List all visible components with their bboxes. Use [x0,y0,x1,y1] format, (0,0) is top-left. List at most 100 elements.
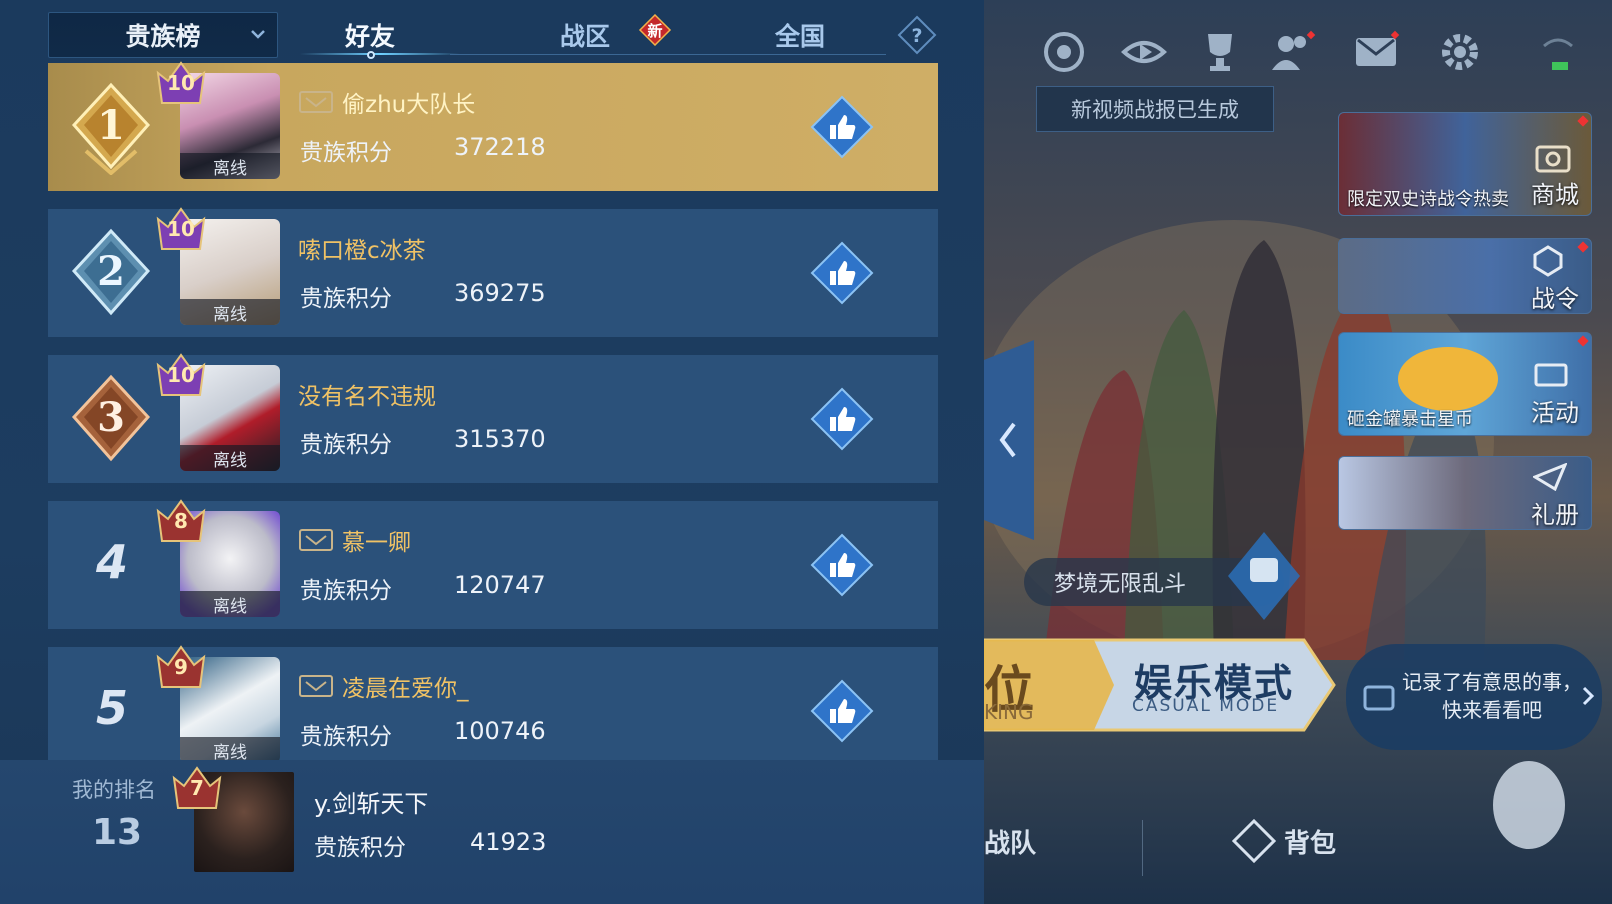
tab-nation[interactable]: 全国 [740,12,860,58]
leaderboard-row-2[interactable]: 2 离线 10 嗦口橙c冰茶 贵族积分 369275 [48,207,938,337]
backpack-icon [1232,819,1276,863]
leaderboard-row-4[interactable]: 4 离线 8 慕一卿 贵族积分 120747 [48,499,938,629]
video-report-notice[interactable]: 新视频战报已生成 [1036,86,1274,132]
my-player-name: y.剑斩天下 [314,790,429,818]
player-name-line: 偷zhu大队长 [298,85,475,119]
player-name: 没有名不违规 [298,384,436,410]
my-rank-label: 我的排名 [72,778,156,802]
gift-book-icon [1533,463,1567,491]
app-root: 贵族榜 好友 战区 新 全国 ? 1 离线 10 偷zhu大队长 贵族积分 37… [0,0,1612,904]
memory-bubble[interactable]: 记录了有意思的事，快来看看吧 [1346,644,1602,750]
like-button[interactable] [810,679,874,743]
signal-battery-icon [1543,38,1573,70]
settings-gear-icon[interactable] [1436,28,1484,76]
noble-level-badge: 7 [168,764,226,816]
like-button[interactable] [810,533,874,597]
rank-1-gold-badge: 1 [71,82,151,175]
like-button[interactable] [810,387,874,451]
rank-3-number: 3 [97,394,125,441]
side-card-gift-book[interactable]: 礼册 [1338,456,1592,530]
name-card-icon [299,91,333,113]
memory-bubble-text: 记录了有意思的事，快来看看吧 [1402,670,1582,722]
tab-nation-label: 全国 [774,22,825,51]
offline-status: 离线 [180,299,280,325]
leaderboard-type-dropdown[interactable]: 贵族榜 [48,12,278,58]
activity-gift-icon [1534,363,1568,387]
side-card-battle-pass[interactable]: 战令 [1338,238,1592,314]
player-name-line: 凌晨在爱你_ [298,669,469,703]
player-name-line: 嗦口橙c冰茶 [298,231,426,265]
score-value: 315370 [454,425,546,453]
noble-level-badge: 10 [152,351,210,403]
score-value: 100746 [454,717,546,745]
player-name-line: 慕一卿 [298,523,411,557]
video-record-icon [1363,685,1395,711]
noble-level-number: 9 [174,655,188,679]
collapse-panel-tab[interactable] [984,340,1034,540]
nav-backpack[interactable]: 背包 [1232,816,1336,866]
mail-icon[interactable] [1352,28,1400,76]
score-value: 372218 [454,133,546,161]
svg-text:?: ? [911,25,922,47]
leaderboard-row-1[interactable]: 1 离线 10 偷zhu大队长 贵族积分 372218 [48,61,938,191]
my-score-value: 41923 [470,828,547,856]
red-dot-badge [1577,335,1589,347]
new-badge: 新 [638,14,672,46]
noble-level-badge: 10 [152,205,210,257]
name-card-icon [299,529,333,551]
like-button[interactable] [810,241,874,305]
red-dot-badge [1577,241,1589,253]
leaderboard-panel: 贵族榜 好友 战区 新 全国 ? 1 离线 10 偷zhu大队长 贵族积分 37… [0,0,984,904]
like-button[interactable] [810,95,874,159]
activity-label: 活动 [1531,399,1579,427]
name-card-icon [299,675,333,697]
new-badge-text: 新 [647,22,662,40]
score-label: 贵族积分 [300,578,392,604]
friends-icon[interactable] [1268,28,1316,76]
player-name: 凌晨在爱你_ [342,676,469,702]
tab-friends-label: 好友 [344,22,395,51]
rank-3-bronze-badge: 3 [71,374,151,462]
side-card-shop[interactable]: 商城 限定双史诗战令热卖 [1338,112,1592,216]
score-label: 贵族积分 [300,140,392,166]
noble-level-number: 8 [174,509,188,533]
noble-level-badge: 9 [152,643,210,695]
rank-number: 5 [95,681,128,735]
ranked-mode-partial-sub: KING [984,700,1034,724]
red-dot-badge [1577,115,1589,127]
replay-eye-icon[interactable] [1120,28,1168,76]
side-card-activity[interactable]: 活动 砸金罐暴击星币 [1338,332,1592,436]
trophy-icon[interactable] [1196,28,1244,76]
robot-mascot-icon [1228,532,1300,620]
radar-icon[interactable] [1040,28,1088,76]
rank-2-number: 2 [97,248,125,295]
chevron-right-icon [1582,686,1595,706]
shop-label: 商城 [1531,181,1579,209]
noble-level-number: 10 [167,363,195,387]
help-icon[interactable]: ? [896,14,938,56]
tab-zone-label: 战区 [559,22,610,51]
player-name: 嗦口橙c冰茶 [298,238,426,264]
nav-team[interactable]: 战队 [984,816,1036,866]
offline-status: 离线 [180,445,280,471]
player-name: 慕一卿 [342,530,411,556]
battle-pass-icon [1533,245,1563,277]
player-name-line: 没有名不违规 [298,377,436,411]
casual-mode-subtitle: CASUAL MODE [1132,696,1280,716]
activity-promo-text: 砸金罐暴击星币 [1347,409,1473,430]
tab-zone[interactable]: 战区 [520,12,650,58]
leaderboard-row-5[interactable]: 5 离线 9 凌晨在爱你_ 贵族积分 100746 [48,645,938,775]
noble-level-number: 7 [190,776,204,800]
shop-promo-text: 限定双史诗战令热卖 [1347,189,1509,210]
offline-status: 离线 [180,591,280,617]
my-rank-number: 13 [92,812,143,853]
leaderboard-row-3[interactable]: 3 离线 10 没有名不违规 贵族积分 315370 [48,353,938,483]
score-label: 贵族积分 [300,286,392,312]
offline-status: 离线 [180,153,280,179]
rank-1-number: 1 [97,102,125,149]
battle-pass-label: 战令 [1531,285,1579,313]
active-tab-underline [300,53,460,55]
gold-piggy-icon [1398,347,1498,411]
my-score-label: 贵族积分 [314,835,406,861]
noble-level-badge: 8 [152,497,210,549]
